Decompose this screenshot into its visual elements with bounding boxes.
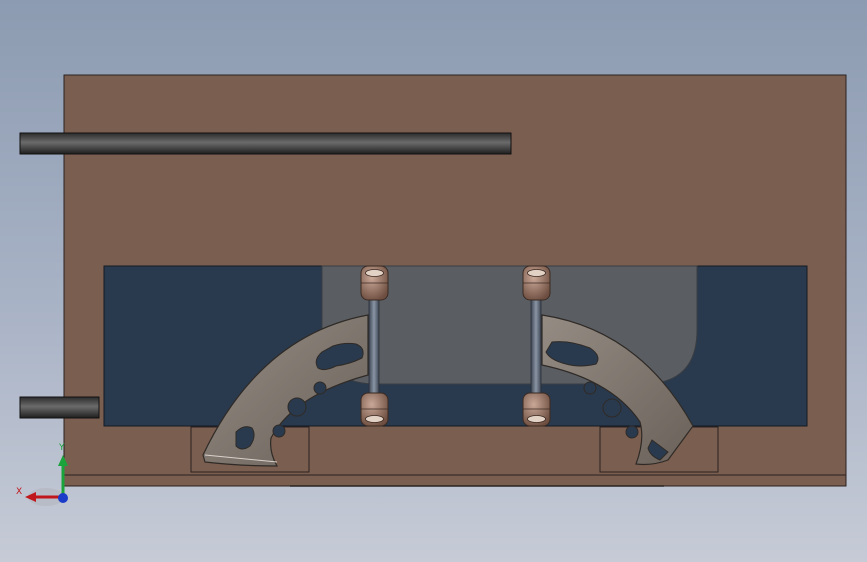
upper-pipe (19, 132, 512, 155)
triad-z-dot (58, 493, 68, 503)
left-top-bushing (360, 265, 389, 301)
lower-pipe (19, 396, 100, 419)
triad-y-label: Y (59, 443, 65, 453)
left-guide-pin (368, 297, 380, 399)
right-guide-pin (530, 297, 542, 399)
right-bottom-bushing (522, 392, 551, 427)
triad-x-label: X (16, 487, 23, 497)
cad-viewport[interactable]: X Y (0, 0, 867, 562)
orientation-triad (25, 455, 68, 506)
mold-assembly-drawing (19, 74, 847, 506)
left-bottom-bushing (360, 392, 389, 427)
right-top-bushing (522, 265, 551, 301)
